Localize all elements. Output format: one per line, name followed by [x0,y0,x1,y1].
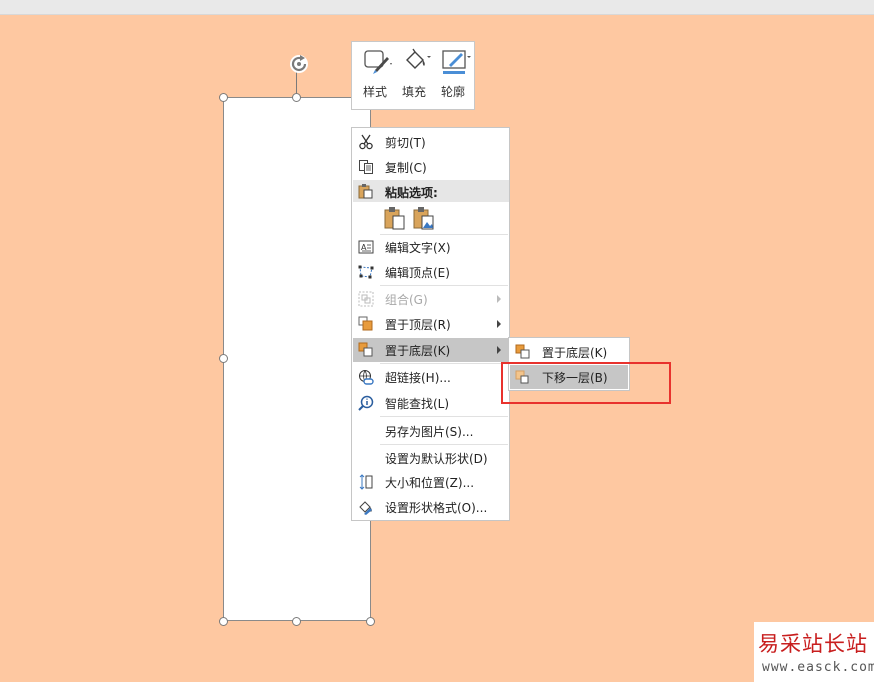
menu-item-bring-to-front[interactable]: 置于顶层(R) [353,312,509,336]
copy-icon [359,160,373,174]
menu-item-set-default-shape[interactable]: 设置为默认形状(D) [353,446,509,470]
resize-handle-top-middle[interactable] [292,93,301,102]
paste-keep-source-icon[interactable] [384,206,406,230]
hyperlink-icon [359,370,374,385]
outline-label: 轮廓 [440,85,465,99]
format-shape-icon [359,501,372,515]
smart-lookup-icon [358,395,374,411]
menu-item-cut-label: 剪切(T) [385,136,426,150]
send-to-back-icon [358,342,373,357]
clipboard-icon [358,184,373,199]
resize-handle-bottom-left[interactable] [219,617,228,626]
watermark: 易采站长站 www.easck.com [754,622,874,682]
menu-item-edit-text-label: 编辑文字(X) [385,241,451,255]
watermark-title: 易采站长站 [758,632,868,656]
red-highlight-box [501,362,671,404]
style-label: 样式 [362,85,387,99]
menu-item-copy[interactable]: 复制(C) [353,155,509,179]
menu-item-edit-points-label: 编辑顶点(E) [385,266,450,280]
rotation-connector [296,72,297,94]
bring-to-front-icon [358,316,373,331]
outline-button[interactable]: 轮廓 [434,46,472,104]
menu-item-bring-to-front-label: 置于顶层(R) [385,318,451,332]
mini-toolbar: 样式 填充 轮廓 [351,41,475,110]
submenu-arrow-icon [497,295,501,303]
selected-rectangle-shape[interactable] [223,97,371,621]
menu-item-size-position[interactable]: 大小和位置(Z)... [353,470,509,494]
edit-points-icon [358,265,374,279]
edit-text-icon: A [358,240,374,254]
menu-item-group[interactable]: 组合(G) [353,287,509,311]
menu-separator [380,416,508,417]
fill-label: 填充 [401,85,426,99]
menu-separator [380,363,508,364]
menu-item-edit-points[interactable]: 编辑顶点(E) [353,260,509,284]
menu-item-save-as-picture[interactable]: 另存为图片(S)... [353,419,509,443]
watermark-url: www.easck.com [762,660,874,675]
menu-item-smart-lookup-label: 智能查找(L) [385,397,450,411]
rotate-handle-icon[interactable] [288,53,310,75]
menu-item-hyperlink[interactable]: 超链接(H)... [353,365,509,389]
menu-item-group-label: 组合(G) [385,293,428,307]
paste-options-header: 粘贴选项: [353,180,509,202]
resize-handle-bottom-right[interactable] [366,617,375,626]
menu-separator [380,285,508,286]
resize-handle-middle-left[interactable] [219,354,228,363]
menu-item-send-to-back-label: 置于底层(K) [385,344,451,358]
menu-item-cut[interactable]: 剪切(T) [353,130,509,154]
paste-as-picture-icon[interactable] [413,206,435,230]
menu-item-format-shape-label: 设置形状格式(O)... [385,501,488,515]
group-icon [358,291,374,307]
context-menu: 剪切(T) 复制(C) 粘贴选项: A 编辑文字(X) 编辑顶点(E) 组合(G… [351,127,510,521]
menu-item-save-as-picture-label: 另存为图片(S)... [385,425,474,439]
fill-bucket-icon [406,48,431,69]
shape-outline-icon [442,50,471,74]
menu-item-send-to-back[interactable]: 置于底层(K) [353,338,509,362]
submenu-arrow-icon [497,320,501,328]
menu-item-format-shape[interactable]: 设置形状格式(O)... [353,495,509,519]
menu-separator [380,444,508,445]
menu-item-size-position-label: 大小和位置(Z)... [385,476,475,490]
submenu-item-send-to-back[interactable]: 置于底层(K) [510,340,628,364]
style-button[interactable]: 样式 [356,46,394,104]
size-position-icon [359,474,373,490]
resize-handle-bottom-middle[interactable] [292,617,301,626]
top-strip [0,0,874,15]
resize-handle-top-left[interactable] [219,93,228,102]
fill-button[interactable]: 填充 [395,46,433,104]
menu-item-edit-text[interactable]: A 编辑文字(X) [353,235,509,259]
submenu-arrow-icon [497,346,501,354]
paste-options-label: 粘贴选项: [385,186,438,200]
scissors-icon [359,134,373,150]
menu-item-hyperlink-label: 超链接(H)... [385,371,451,385]
shape-style-icon [364,50,392,74]
menu-item-set-default-shape-label: 设置为默认形状(D) [385,452,488,466]
menu-item-copy-label: 复制(C) [385,161,427,175]
menu-item-smart-lookup[interactable]: 智能查找(L) [353,391,509,415]
submenu-item-send-to-back-label: 置于底层(K) [542,346,608,360]
send-to-back-icon [515,344,530,359]
